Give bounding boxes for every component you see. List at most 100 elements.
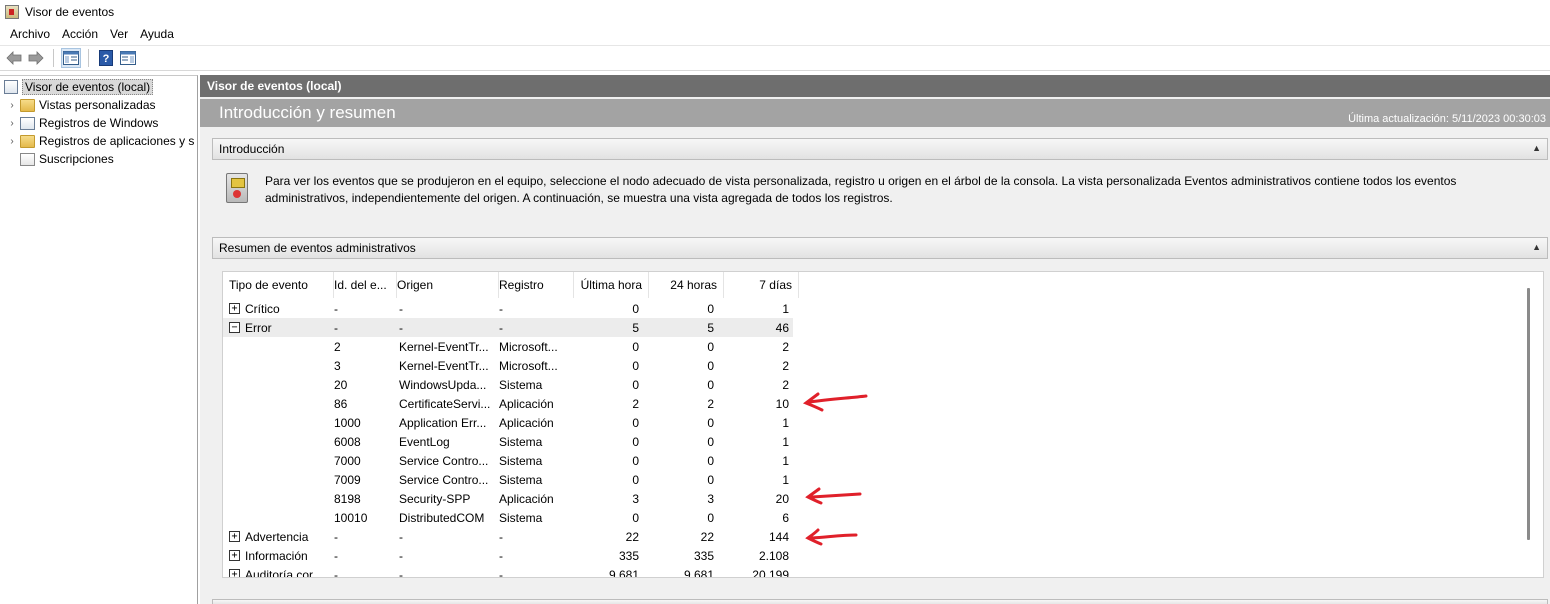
help-icon[interactable]: ? [96,48,116,68]
table-cell-id: - [334,299,392,318]
table-cell-source: Service Contro... [399,470,497,489]
section-introduction-header[interactable]: Introducción ▲ [212,138,1548,160]
col-header-last-hour[interactable]: Última hora [574,272,649,298]
folder-icon [20,98,35,112]
table-cell-source: - [399,546,497,565]
scrollbar-thumb[interactable] [1527,288,1530,540]
tree-item-event-viewer-local[interactable]: Visor de eventos (local) [4,78,154,96]
cell-text: 20 [775,491,789,506]
col-header-log[interactable]: Registro [499,272,574,298]
cell-text: DistributedCOM [399,510,485,525]
tree-item-subscriptions[interactable]: Suscripciones [20,150,114,168]
expand-plus-icon[interactable]: + [229,550,240,561]
cell-text: - [399,320,403,335]
expand-plus-icon[interactable]: + [229,569,240,577]
table-cell-log: Sistema [499,375,569,394]
folder-icon [20,134,35,148]
menu-ayuda[interactable]: Ayuda [134,27,180,41]
event-viewer-icon [4,80,18,94]
cell-text: Service Contro... [399,472,489,487]
cell-text: Crítico [245,301,280,316]
vertical-scrollbar[interactable] [1526,272,1543,577]
cell-text: Microsoft... [499,358,558,373]
collapse-up-icon[interactable]: ▲ [1532,143,1541,153]
chevron-right-icon[interactable]: › [6,100,18,111]
table-row-group[interactable]: + Crítico [229,299,329,318]
tree-item-label: Registros de aplicaciones y s [39,134,195,148]
svg-text:?: ? [103,53,110,65]
col-header-source[interactable]: Origen [397,272,499,298]
collapse-minus-icon[interactable]: − [229,322,240,333]
table-cell-id: 20 [334,375,392,394]
cell-text: 0 [632,358,639,373]
table-cell-h1: 3 [573,489,639,508]
forward-arrow-icon[interactable] [26,48,46,68]
cell-text: 1 [782,453,789,468]
table-cell-d7: 20.199 [723,565,789,578]
table-row-group[interactable]: + Auditoría cor... [229,565,329,577]
col-header-event-type[interactable]: Tipo de evento [229,272,334,298]
section-collapsed-header[interactable] [212,599,1548,604]
col-header-7-days[interactable]: 7 días [724,272,799,298]
chevron-right-icon[interactable]: › [6,118,18,129]
table-cell-h24: 0 [647,432,714,451]
cell-text: Sistema [499,453,543,468]
cell-text: 0 [632,434,639,449]
menu-accion[interactable]: Acción [56,27,104,41]
chevron-right-icon[interactable]: › [6,136,18,147]
cell-text: 1 [782,301,789,316]
table-row-group[interactable]: + Advertencia [229,527,329,546]
table-row-group[interactable]: − Error [229,318,329,337]
event-viewer-app-icon [5,4,19,19]
cell-text: 3 [334,358,341,373]
col-header-24-hours[interactable]: 24 horas [649,272,724,298]
table-cell-source: Service Contro... [399,451,497,470]
table-cell-source: WindowsUpda... [399,375,497,394]
section-summary-header[interactable]: Resumen de eventos administrativos ▲ [212,237,1548,259]
console-tree: Visor de eventos (local) › Vistas person… [0,75,198,604]
cell-text: 0 [632,415,639,430]
cell-text: 20 [334,377,348,392]
back-arrow-icon[interactable] [4,48,24,68]
cell-text: - [334,320,338,335]
table-cell-h24: 5 [647,318,714,337]
table-cell-log: - [499,565,569,578]
cell-text: Kernel-EventTr... [399,339,489,354]
table-cell-type [229,375,329,394]
cell-text: 0 [632,453,639,468]
collapse-up-icon[interactable]: ▲ [1532,242,1541,252]
col-header-event-id[interactable]: Id. del e... [334,272,397,298]
menu-ver[interactable]: Ver [104,27,134,41]
cell-text: 10010 [334,510,368,525]
toolbar-separator [88,49,89,67]
cell-text: - [399,529,403,544]
show-hide-console-tree-icon[interactable] [61,48,81,68]
tree-item-application-logs[interactable]: › Registros de aplicaciones y s [6,132,194,150]
cell-text: WindowsUpda... [399,377,487,392]
tree-item-custom-views[interactable]: › Vistas personalizadas [6,96,155,114]
tree-item-label: Visor de eventos (local) [22,79,154,95]
cell-text: 0 [632,339,639,354]
table-cell-log: Aplicación [499,489,569,508]
expand-plus-icon[interactable]: + [229,531,240,542]
annotation-arrow [802,392,868,412]
table-cell-log: - [499,527,569,546]
cell-text: 22 [700,529,714,544]
expand-plus-icon[interactable]: + [229,303,240,314]
show-hide-action-pane-icon[interactable] [118,48,138,68]
menu-archivo[interactable]: Archivo [4,27,56,41]
table-cell-h1: 0 [573,299,639,318]
overview-banner: Introducción y resumen Última actualizac… [200,99,1550,127]
content-header: Visor de eventos (local) [200,75,1550,97]
cell-text: - [499,548,503,563]
tree-item-windows-logs[interactable]: › Registros de Windows [6,114,158,132]
content-pane: Visor de eventos (local) Introducción y … [200,75,1550,604]
table-cell-h1: 0 [573,432,639,451]
cell-text: 144 [768,529,789,544]
table-cell-h24: 3 [647,489,714,508]
table-cell-d7: 20 [723,489,789,508]
table-cell-source: DistributedCOM [399,508,497,527]
cell-text: Información [245,548,308,563]
table-row-group[interactable]: + Información [229,546,329,565]
cell-text: 1000 [334,415,361,430]
